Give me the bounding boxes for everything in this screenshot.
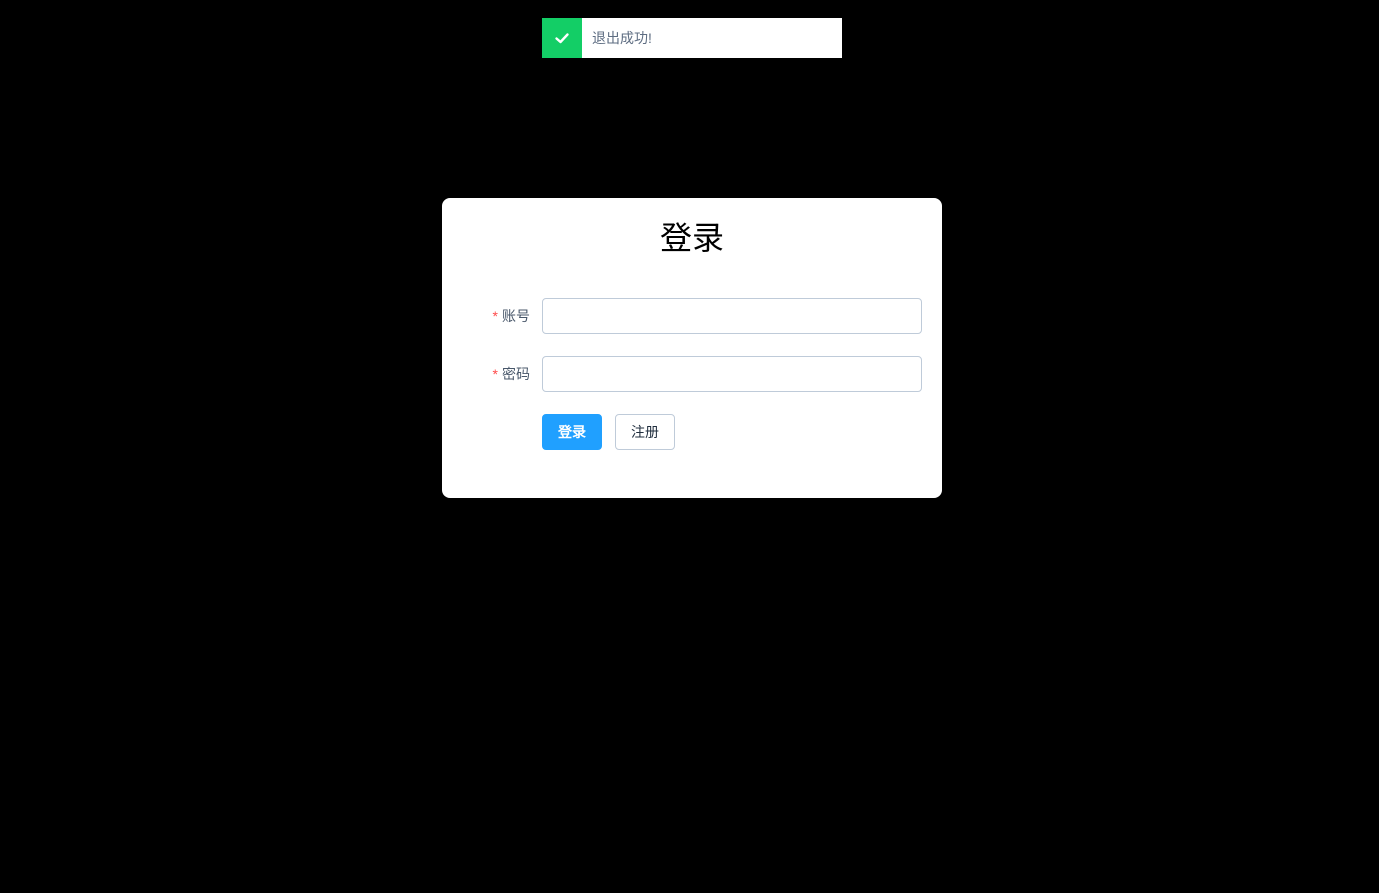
password-input[interactable] [542,356,922,392]
account-label-text: 账号 [502,308,530,324]
password-row: * 密码 [442,356,942,392]
account-input[interactable] [542,298,922,334]
toast-message: 退出成功! [592,30,652,46]
check-icon [555,33,569,44]
toast-icon-box [542,18,582,58]
register-button[interactable]: 注册 [615,414,675,450]
required-mark: * [492,308,498,324]
page-title: 登录 [659,220,724,256]
password-label: * 密码 [493,356,530,392]
login-button[interactable]: 登录 [542,414,602,450]
required-mark: * [492,366,498,382]
account-label: * 账号 [493,298,530,334]
password-label-text: 密码 [502,366,530,382]
success-toast: 退出成功! [542,18,842,58]
account-row: * 账号 [442,298,942,334]
login-card: 登录 * 账号 * 密码 登录 注册 [442,198,942,498]
